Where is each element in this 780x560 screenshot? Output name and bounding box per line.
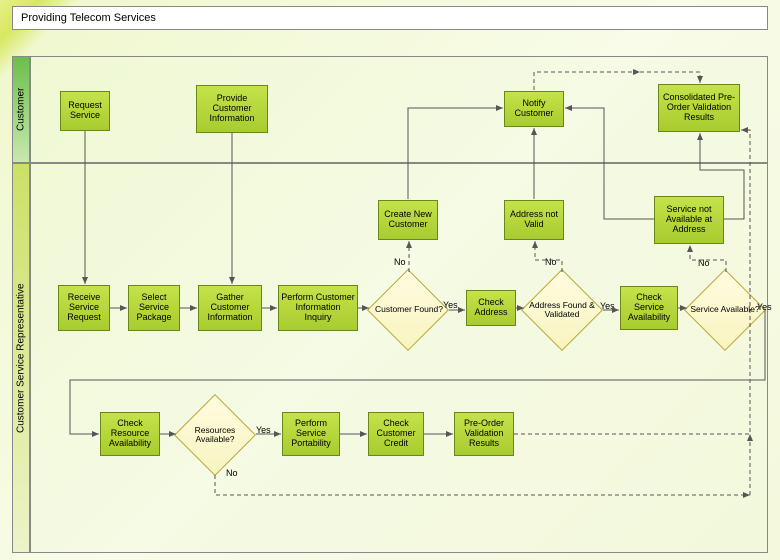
label-yes-3: Yes — [757, 302, 772, 312]
node-check-resource: Check Resource Availability — [100, 412, 160, 456]
node-gather-info: Gather Customer Information — [198, 285, 262, 331]
node-create-new: Create New Customer — [378, 200, 438, 240]
node-perform-portability: Perform Service Portability — [282, 412, 340, 456]
node-check-credit: Check Customer Credit — [368, 412, 424, 456]
node-consolidated-results: Consolidated Pre-Order Validation Result… — [658, 84, 740, 132]
label-no-1: No — [394, 257, 406, 267]
node-select-package: Select Service Package — [128, 285, 180, 331]
lane-csr-label: Customer Service Representative — [12, 163, 30, 553]
node-check-service-avail: Check Service Availability — [620, 286, 678, 330]
node-service-not-avail: Service not Available at Address — [654, 196, 724, 244]
node-provide-cust-info: Provide Customer Information — [196, 85, 268, 133]
label-no-4: No — [226, 468, 238, 478]
node-address-not-valid: Address not Valid — [504, 200, 564, 240]
node-request-service: Request Service — [60, 91, 110, 131]
node-check-address: Check Address — [466, 290, 516, 326]
node-receive-service: Receive Service Request — [58, 285, 110, 331]
label-no-3: No — [698, 258, 710, 268]
label-yes-4: Yes — [256, 425, 271, 435]
node-notify-customer: Notify Customer — [504, 91, 564, 127]
label-yes-1: Yes — [443, 300, 458, 310]
diagram-title: Providing Telecom Services — [12, 6, 768, 30]
node-preorder-results: Pre-Order Validation Results — [454, 412, 514, 456]
label-no-2: No — [545, 257, 557, 267]
lane-customer-label: Customer — [12, 56, 30, 163]
label-yes-2: Yes — [600, 301, 615, 311]
node-perform-inquiry: Perform Customer Information Inquiry — [278, 285, 358, 331]
